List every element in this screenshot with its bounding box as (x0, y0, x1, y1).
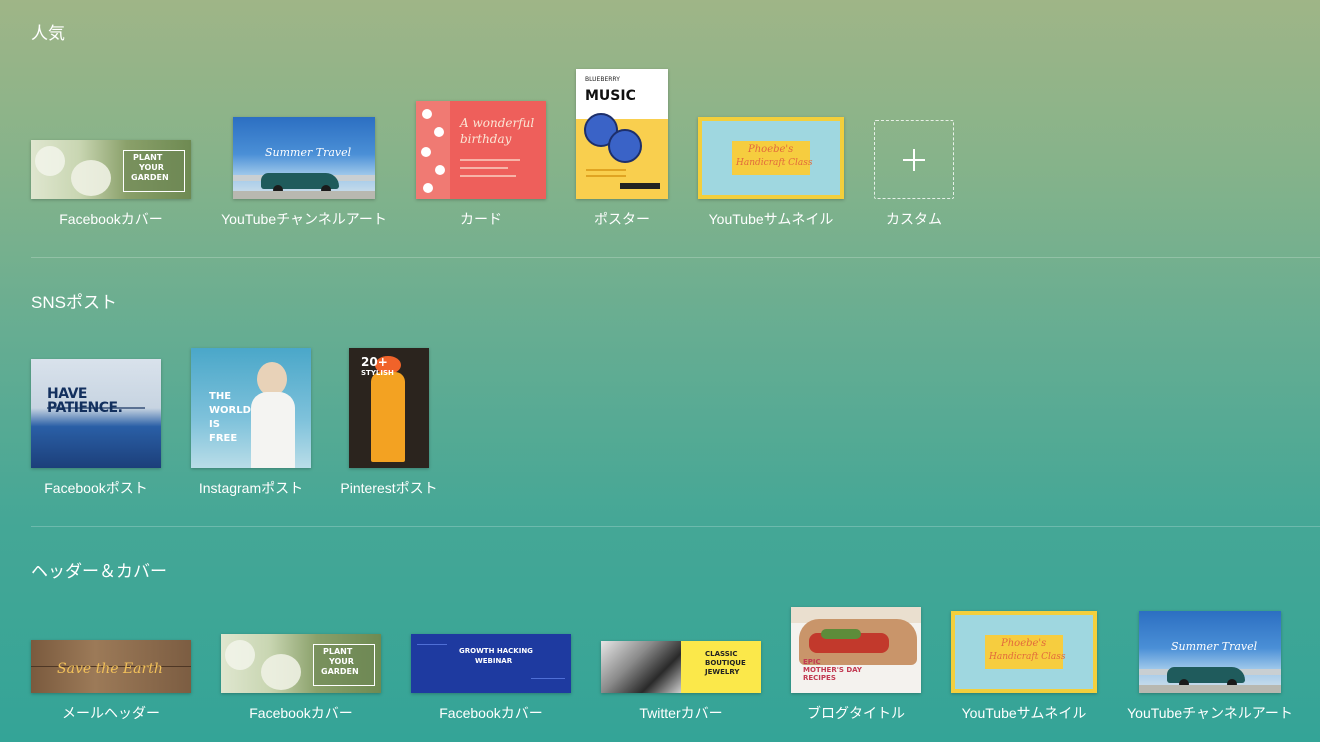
thumbnail: A wonderful birthday (416, 101, 546, 199)
template-label: YouTubeサムネイル (708, 211, 834, 227)
thumbnail: PLANT YOUR GARDEN (31, 140, 191, 199)
template-label: Twitterカバー (639, 705, 723, 721)
thumbnail: Phoebe's Handicraft Class (951, 611, 1097, 693)
section-divider (31, 257, 1320, 258)
section-divider (31, 526, 1320, 527)
thumb-text: WEBINAR (475, 657, 513, 665)
thumb-text: GARDEN (321, 667, 359, 676)
thumbnail: THE WORLD IS FREE (191, 348, 311, 468)
thumbnail: Summer Travel (1139, 611, 1281, 693)
template-label: YouTubeサムネイル (961, 705, 1087, 721)
template-label: ブログタイトル (807, 705, 905, 721)
thumbnail: PLANT YOUR GARDEN (221, 634, 381, 693)
thumb-text: FREE (209, 433, 238, 444)
section-title-sns: SNSポスト (31, 293, 117, 312)
thumbnail: BLUEBERRY MUSIC (576, 69, 668, 199)
template-label: カスタム (886, 211, 942, 227)
thumbnail: GROWTH HACKING WEBINAR (411, 634, 571, 693)
thumbnail: Summer Travel (233, 117, 375, 199)
thumbnail: EPIC MOTHER'S DAY RECIPES (791, 607, 921, 693)
thumb-text: HAVE PATIENCE. (47, 386, 123, 416)
thumb-text: GROWTH HACKING (459, 647, 533, 655)
thumb-text: Save the Earth (57, 661, 163, 677)
thumb-text: Summer Travel (1171, 640, 1258, 653)
thumb-text: GARDEN (131, 173, 169, 182)
section-title-popular: 人気 (31, 24, 65, 43)
thumb-text: A wonderful (460, 116, 535, 130)
thumbnail: Save the Earth (31, 640, 191, 693)
thumb-text: YOUR (329, 657, 354, 666)
thumb-text: Summer Travel (265, 146, 352, 159)
thumbnail: CLASSIC BOUTIQUE JEWELRY (601, 641, 761, 693)
section-title-headers: ヘッダー＆カバー (31, 562, 167, 581)
thumb-text: 20+ (361, 355, 388, 369)
template-label: Facebookポスト (44, 480, 148, 496)
thumb-text: MOTHER'S DAY (803, 666, 862, 674)
template-label: Facebookカバー (59, 211, 163, 227)
thumb-text: WORLD (209, 405, 251, 416)
thumb-text: BLUEBERRY (585, 76, 620, 83)
thumb-text: IS (209, 419, 220, 430)
thumb-text: JEWELRY (705, 668, 740, 676)
template-label: Facebookカバー (249, 705, 353, 721)
thumb-text: STYLISH (361, 369, 394, 377)
plus-icon (903, 148, 925, 171)
thumbnail: HAVE PATIENCE. (31, 359, 161, 468)
thumb-text: THE (209, 391, 232, 402)
template-label: ポスター (594, 211, 650, 227)
thumb-text: MUSIC (585, 88, 636, 104)
template-label: メールヘッダー (62, 705, 160, 721)
thumb-text: EPIC (803, 658, 821, 666)
template-label: Pinterestポスト (340, 480, 438, 496)
thumb-text: Handicraft Class (989, 652, 1066, 662)
thumb-text: YOUR (139, 163, 164, 172)
template-label: Instagramポスト (198, 480, 304, 496)
thumb-text: PLANT (323, 647, 353, 656)
thumb-text: RECIPES (803, 674, 836, 682)
template-label: YouTubeチャンネルアート (221, 211, 387, 227)
thumb-text: Phoebe's (1001, 638, 1047, 649)
thumb-text: BOUTIQUE (705, 659, 746, 667)
thumbnail: Phoebe's Handicraft Class (698, 117, 844, 199)
template-label: カード (460, 211, 502, 227)
thumb-text: Phoebe's (748, 144, 794, 155)
thumb-text: PLANT (133, 153, 163, 162)
thumb-text: CLASSIC (705, 650, 738, 658)
thumb-text: Handicraft Class (736, 158, 813, 168)
thumb-text: birthday (460, 132, 512, 146)
template-label: YouTubeチャンネルアート (1127, 705, 1293, 721)
thumbnail: 20+ STYLISH (349, 348, 429, 468)
template-label: Facebookカバー (439, 705, 543, 721)
custom-size-box (874, 120, 954, 199)
